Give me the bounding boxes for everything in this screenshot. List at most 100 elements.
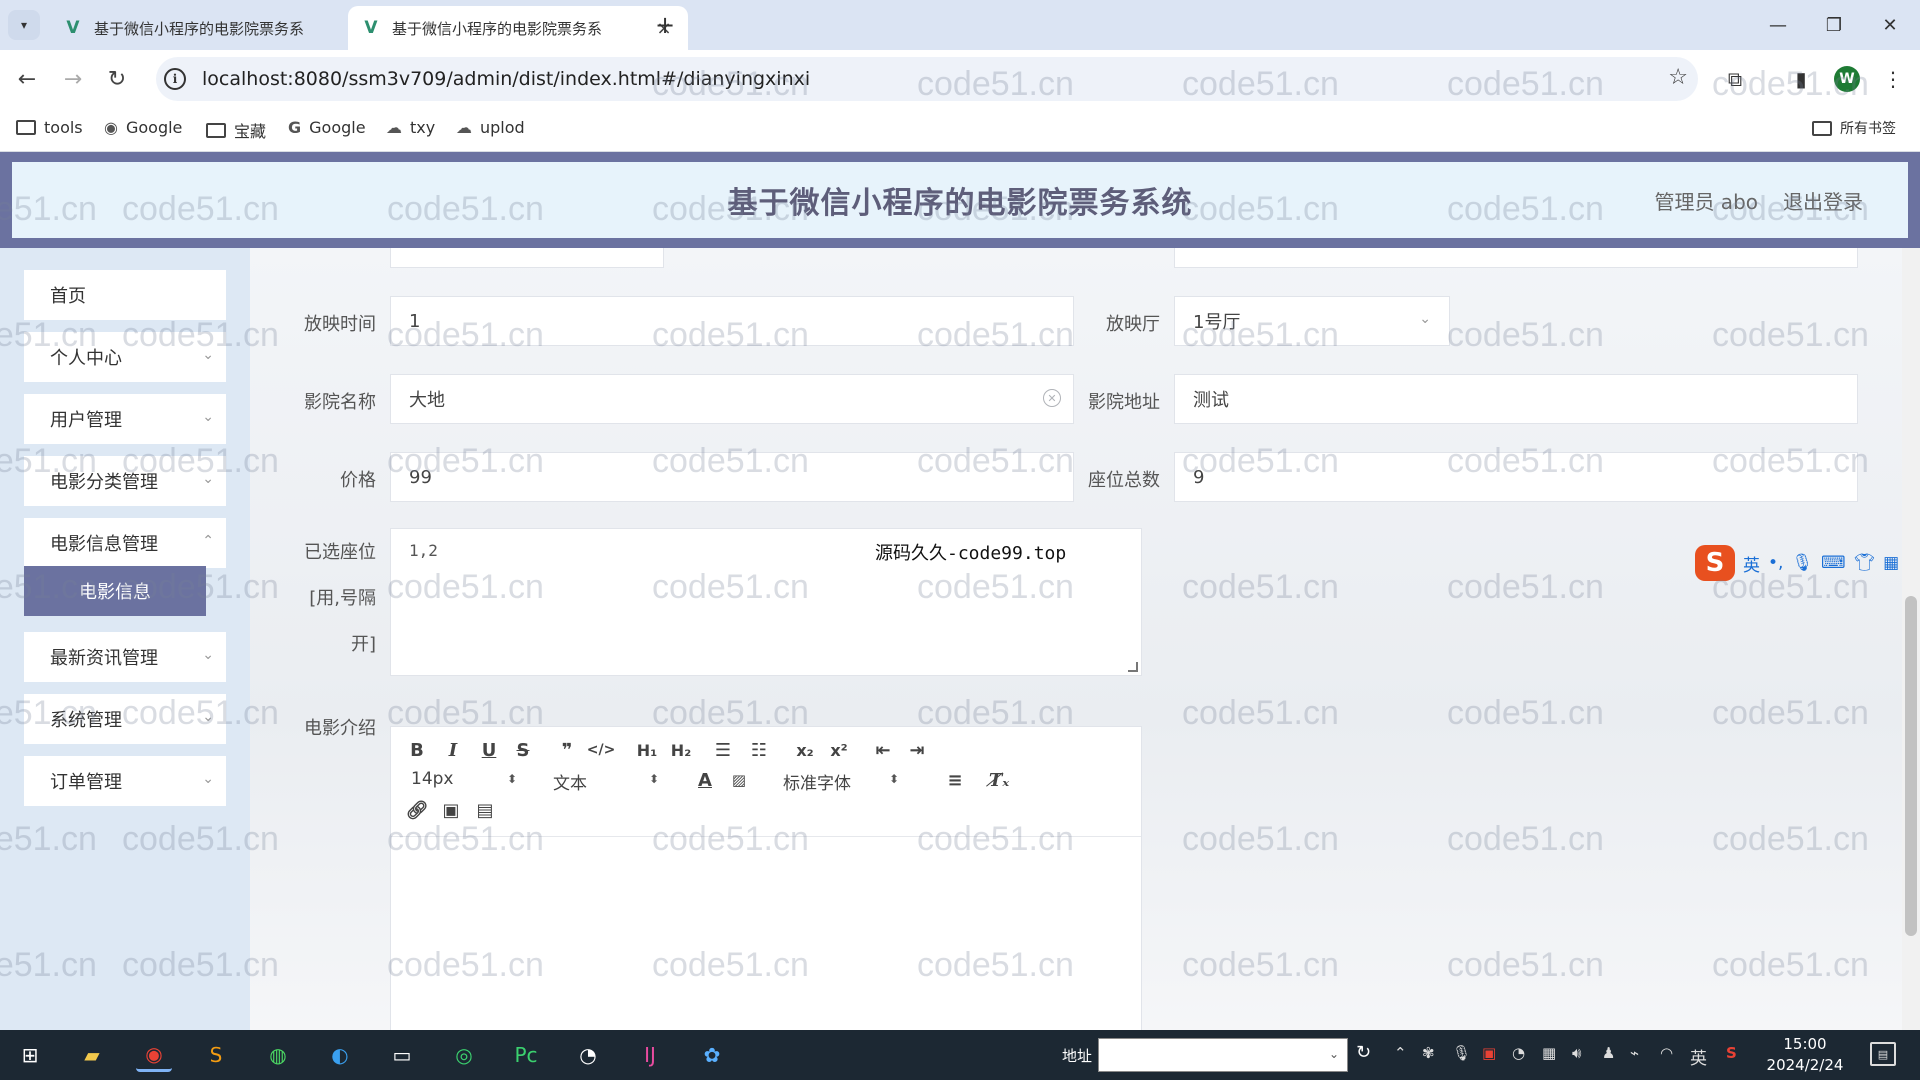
sidebar-item-movie-category[interactable]: 电影分类管理 ⌄: [24, 456, 226, 506]
skin-icon[interactable]: 👕︎: [1854, 553, 1876, 573]
strikethrough-icon[interactable]: S: [509, 737, 537, 763]
sidebar-item-news-management[interactable]: 最新资讯管理 ⌄: [24, 632, 226, 682]
sidebar-item-personal-center[interactable]: 个人中心 ⌄: [24, 332, 226, 382]
notification-center-icon[interactable]: ▤: [1870, 1042, 1896, 1066]
wifi-icon[interactable]: ◠: [1660, 1044, 1673, 1062]
seats-total-input[interactable]: 9: [1174, 452, 1858, 502]
tab-search-button[interactable]: ▾: [8, 10, 40, 40]
tray-mic-icon[interactable]: 🎙︎: [1452, 1044, 1471, 1062]
font-size-select[interactable]: 14px ⬍: [411, 769, 521, 789]
address-refresh-icon[interactable]: ↻: [1356, 1042, 1371, 1063]
grid-menu-icon[interactable]: ▦: [1883, 553, 1899, 573]
sogou-tray-icon[interactable]: S: [1726, 1044, 1737, 1062]
pycharm-icon[interactable]: Pc: [508, 1038, 544, 1072]
address-toolbar-input[interactable]: ⌄: [1098, 1038, 1348, 1072]
hall-select[interactable]: 1号厅 ⌄: [1174, 296, 1450, 346]
reload-icon[interactable]: ↻: [102, 64, 132, 94]
address-bar[interactable]: i localhost:8080/ssm3v709/admin/dist/ind…: [156, 57, 1698, 101]
font-family-select[interactable]: 标准字体 ⬍: [783, 769, 903, 794]
tray-app-icon[interactable]: ⌁: [1630, 1044, 1639, 1062]
site-info-icon[interactable]: i: [164, 68, 186, 90]
showtime-input[interactable]: 1: [390, 296, 1074, 346]
underline-icon[interactable]: U: [475, 737, 503, 763]
image-icon[interactable]: ▣: [437, 797, 465, 823]
tray-app-icon[interactable]: ✾: [1422, 1044, 1435, 1062]
bold-icon[interactable]: B: [403, 737, 431, 763]
subscript-icon[interactable]: x₂: [791, 737, 819, 763]
bookmark-star-icon[interactable]: ☆: [1668, 65, 1688, 90]
windows-start-icon[interactable]: ⊞: [12, 1038, 48, 1072]
bookmark-tools[interactable]: tools: [16, 118, 83, 137]
tray-app-icon[interactable]: ♟: [1602, 1044, 1615, 1062]
sidebar-item-movie-info-management[interactable]: 电影信息管理 ⌃: [24, 518, 226, 568]
outdent-icon[interactable]: ⇤: [869, 737, 897, 763]
browser-tab-1[interactable]: V 基于微信小程序的电影院票务系 ×: [50, 6, 390, 50]
app-icon[interactable]: ✿: [694, 1038, 730, 1072]
system-clock[interactable]: 15:00 2024/2/24: [1760, 1034, 1850, 1076]
superscript-icon[interactable]: x²: [825, 737, 853, 763]
scrollbar-thumb[interactable]: [1905, 596, 1917, 936]
microphone-icon[interactable]: 🎙︎: [1791, 553, 1813, 573]
tray-app-icon[interactable]: ◔: [1512, 1044, 1525, 1062]
sogou-ime-icon[interactable]: S: [1695, 545, 1735, 581]
sidebar-item-home[interactable]: 首页: [24, 270, 226, 320]
sidebar-item-user-management[interactable]: 用户管理 ⌄: [24, 394, 226, 444]
url-text[interactable]: localhost:8080/ssm3v709/admin/dist/index…: [202, 68, 810, 90]
bookmark-treasure[interactable]: 宝藏: [206, 118, 266, 142]
sidebar-subitem-movie-info[interactable]: 电影信息: [24, 566, 206, 616]
code-block-icon[interactable]: </>: [587, 737, 616, 763]
new-tab-button[interactable]: +: [650, 10, 680, 40]
restore-icon[interactable]: ❐: [1814, 10, 1854, 40]
heading-1-icon[interactable]: H₁: [633, 737, 661, 763]
cinema-name-input[interactable]: 大地 ✕: [390, 374, 1074, 424]
input-language-indicator[interactable]: 英: [1690, 1044, 1707, 1069]
main-scrollbar[interactable]: [1902, 248, 1920, 1030]
intellij-icon[interactable]: IJ: [632, 1038, 668, 1072]
extensions-icon[interactable]: ⧉: [1720, 64, 1750, 94]
more-menu-icon[interactable]: ⋮: [1878, 64, 1908, 94]
edge-icon[interactable]: ◐: [322, 1038, 358, 1072]
chrome-icon[interactable]: ◉: [136, 1038, 172, 1072]
punctuation-icon[interactable]: •,: [1768, 553, 1783, 573]
chat-app-icon[interactable]: ◔: [570, 1038, 606, 1072]
link-icon[interactable]: 🔗︎: [403, 797, 431, 823]
clear-input-icon[interactable]: ✕: [1043, 389, 1061, 407]
header-type-select[interactable]: 文本 ⬍: [553, 769, 663, 794]
resize-handle-icon[interactable]: [1128, 662, 1138, 672]
forward-icon[interactable]: →: [58, 64, 88, 94]
bullet-list-icon[interactable]: ☷: [745, 737, 773, 763]
sublime-icon[interactable]: S: [198, 1038, 234, 1072]
side-panel-icon[interactable]: ▮: [1786, 64, 1816, 94]
sidebar-item-order-management[interactable]: 订单管理 ⌄: [24, 756, 226, 806]
cinema-address-input[interactable]: 测试: [1174, 374, 1858, 424]
heading-2-icon[interactable]: H₂: [667, 737, 695, 763]
cut-off-field-left[interactable]: [390, 248, 664, 268]
window-close-icon[interactable]: ✕: [1870, 10, 1910, 40]
tray-overflow-icon[interactable]: ⌃: [1394, 1044, 1407, 1062]
minimize-icon[interactable]: —: [1758, 10, 1798, 40]
volume-icon[interactable]: 🔊︎: [1572, 1044, 1581, 1062]
blockquote-icon[interactable]: ❞: [553, 737, 581, 763]
sidebar-item-system-management[interactable]: 系统管理 ⌄: [24, 694, 226, 744]
indent-icon[interactable]: ⇥: [903, 737, 931, 763]
profile-avatar[interactable]: W: [1834, 66, 1860, 92]
price-input[interactable]: 99: [390, 452, 1074, 502]
browser-app-icon[interactable]: ◍: [260, 1038, 296, 1072]
ime-mode-label[interactable]: 英: [1743, 551, 1760, 576]
editor-content-area[interactable]: [391, 838, 1141, 1030]
file-explorer-icon[interactable]: ▰: [74, 1038, 110, 1072]
bookmark-txy[interactable]: ☁ txy: [386, 118, 435, 137]
cut-off-field-right[interactable]: [1174, 248, 1858, 268]
wechat-icon[interactable]: ◎: [446, 1038, 482, 1072]
text-color-icon[interactable]: A: [691, 767, 719, 793]
ordered-list-icon[interactable]: ☰: [709, 737, 737, 763]
all-bookmarks[interactable]: 所有书签: [1812, 118, 1896, 138]
terminal-icon[interactable]: ▭: [384, 1038, 420, 1072]
bookmark-google-2[interactable]: G Google: [288, 118, 366, 137]
tray-app-icon[interactable]: ▦: [1542, 1044, 1556, 1062]
align-icon[interactable]: ≡: [941, 767, 969, 793]
background-color-icon[interactable]: ▨: [725, 767, 753, 793]
italic-icon[interactable]: I: [439, 737, 467, 763]
back-icon[interactable]: ←: [12, 64, 42, 94]
tray-app-icon[interactable]: ▣: [1482, 1044, 1496, 1062]
